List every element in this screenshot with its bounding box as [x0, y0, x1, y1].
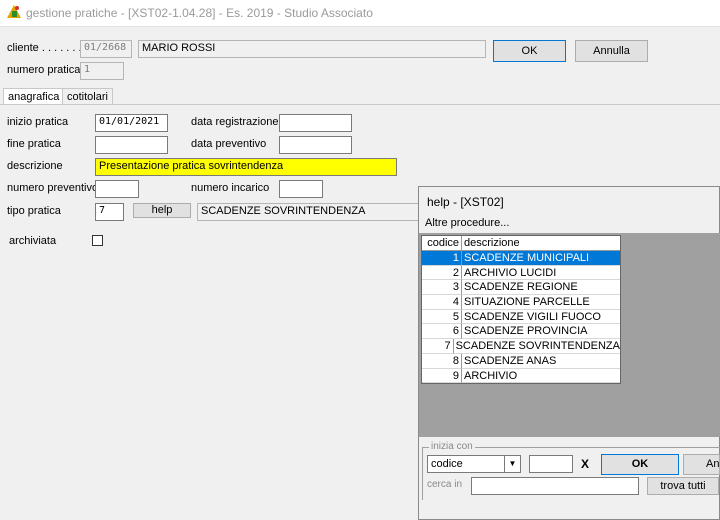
numero-preventivo-label: numero preventivo: [7, 182, 99, 194]
tab-divider: [0, 104, 720, 105]
row-code: 6: [422, 324, 462, 340]
inizio-pratica-label: inizio pratica: [7, 116, 69, 128]
row-description: SCADENZE PROVINCIA: [462, 324, 620, 340]
help-dialog: help - [XST02] Altre procedure... codice…: [418, 186, 720, 520]
client-code-field[interactable]: 01/2668: [80, 40, 132, 58]
table-row[interactable]: 1 SCADENZE MUNICIPALI: [422, 251, 620, 266]
row-description: SCADENZE ANAS: [462, 354, 620, 369]
table-row[interactable]: 6 SCADENZE PROVINCIA: [422, 324, 620, 340]
data-preventivo-field[interactable]: [279, 136, 352, 154]
tipo-pratica-field[interactable]: 7: [95, 203, 124, 221]
chevron-down-icon[interactable]: ▼: [504, 456, 520, 472]
row-description: SCADENZE SOVRINTENDENZA: [453, 340, 620, 354]
data-preventivo-label: data preventivo: [191, 138, 267, 150]
row-code: 5: [422, 309, 462, 325]
table-row[interactable]: 7 SCADENZE SOVRINTENDENZA: [422, 339, 620, 354]
help-ok-button[interactable]: OK: [601, 454, 679, 475]
data-registrazione-field[interactable]: [279, 114, 352, 132]
numero-preventivo-field[interactable]: [95, 180, 139, 198]
table-row[interactable]: 4 SITUAZIONE PARCELLE: [422, 295, 620, 310]
column-header-codice[interactable]: codice: [422, 236, 462, 250]
column-header-descrizione[interactable]: descrizione: [462, 236, 620, 250]
clear-search-button[interactable]: X: [575, 455, 595, 473]
client-name-field[interactable]: MARIO ROSSI: [138, 40, 486, 58]
practice-number-label: numero pratica: [7, 64, 81, 76]
row-description: SCADENZE MUNICIPALI: [462, 251, 620, 266]
table-row[interactable]: 2 ARCHIVIO LUCIDI: [422, 265, 620, 281]
window-title: gestione pratiche - [XST02-1.04.28] - Es…: [26, 6, 373, 20]
row-description: SCADENZE REGIONE: [462, 280, 620, 296]
fine-pratica-label: fine pratica: [7, 138, 61, 150]
help-dialog-subtitle: Altre procedure...: [425, 217, 510, 229]
row-code: 1: [422, 251, 462, 266]
table-row[interactable]: 8 SCADENZE ANAS: [422, 353, 620, 369]
descrizione-label: descrizione: [7, 160, 63, 172]
row-description: ARCHIVIO: [462, 369, 620, 384]
fine-pratica-field[interactable]: [95, 136, 168, 154]
annulla-button[interactable]: Annulla: [575, 40, 648, 62]
row-description: SITUAZIONE PARCELLE: [462, 295, 620, 310]
row-description: SCADENZE VIGILI FUOCO: [462, 310, 620, 325]
search-input[interactable]: [529, 455, 573, 473]
row-code: 4: [422, 295, 462, 310]
tipo-pratica-desc-field: SCADENZE SOVRINTENDENZA: [197, 203, 419, 221]
table-row[interactable]: 3 SCADENZE REGIONE: [422, 280, 620, 296]
row-description: ARCHIVIO LUCIDI: [462, 266, 620, 281]
row-code: 3: [422, 280, 462, 296]
archiviata-label: archiviata: [9, 235, 57, 247]
help-cancel-button[interactable]: Ann: [683, 454, 720, 475]
table-row[interactable]: 9 ARCHIVIO: [422, 368, 620, 384]
help-button[interactable]: help: [133, 203, 191, 218]
inizio-pratica-field[interactable]: 01/01/2021: [95, 114, 168, 132]
cerca-in-input[interactable]: [471, 477, 639, 495]
archiviata-checkbox[interactable]: [92, 235, 103, 246]
title-bar: gestione pratiche - [XST02-1.04.28] - Es…: [0, 0, 720, 27]
row-code: 7: [422, 339, 454, 354]
inizia-con-label: inizia con: [429, 441, 475, 452]
row-code: 9: [422, 368, 462, 384]
trova-tutti-button[interactable]: trova tutti: [647, 477, 719, 495]
help-dialog-title: help - [XST02]: [427, 195, 504, 209]
app-icon: [7, 5, 21, 18]
numero-incarico-label: numero incarico: [191, 182, 270, 194]
search-field-select[interactable]: codice ▼: [427, 455, 521, 473]
table-row[interactable]: 5 SCADENZE VIGILI FUOCO: [422, 309, 620, 325]
table-header: codice descrizione: [422, 236, 620, 251]
row-code: 8: [422, 353, 462, 369]
row-code: 2: [422, 265, 462, 281]
descrizione-field[interactable]: Presentazione pratica sovrintendenza: [95, 158, 397, 176]
list-area: codice descrizione 1 SCADENZE MUNICIPALI …: [419, 233, 720, 437]
practice-number-field[interactable]: 1: [80, 62, 124, 80]
procedures-table[interactable]: codice descrizione 1 SCADENZE MUNICIPALI …: [421, 235, 621, 385]
tab-cotitolari[interactable]: cotitolari: [62, 88, 113, 104]
ok-button[interactable]: OK: [493, 40, 566, 62]
cerca-in-label: cerca in: [427, 479, 463, 490]
search-field-value: codice: [431, 458, 463, 470]
tipo-pratica-label: tipo pratica: [7, 205, 61, 217]
numero-incarico-field[interactable]: [279, 180, 323, 198]
tab-anagrafica[interactable]: anagrafica: [3, 88, 65, 104]
data-registrazione-label: data registrazione: [191, 116, 279, 128]
